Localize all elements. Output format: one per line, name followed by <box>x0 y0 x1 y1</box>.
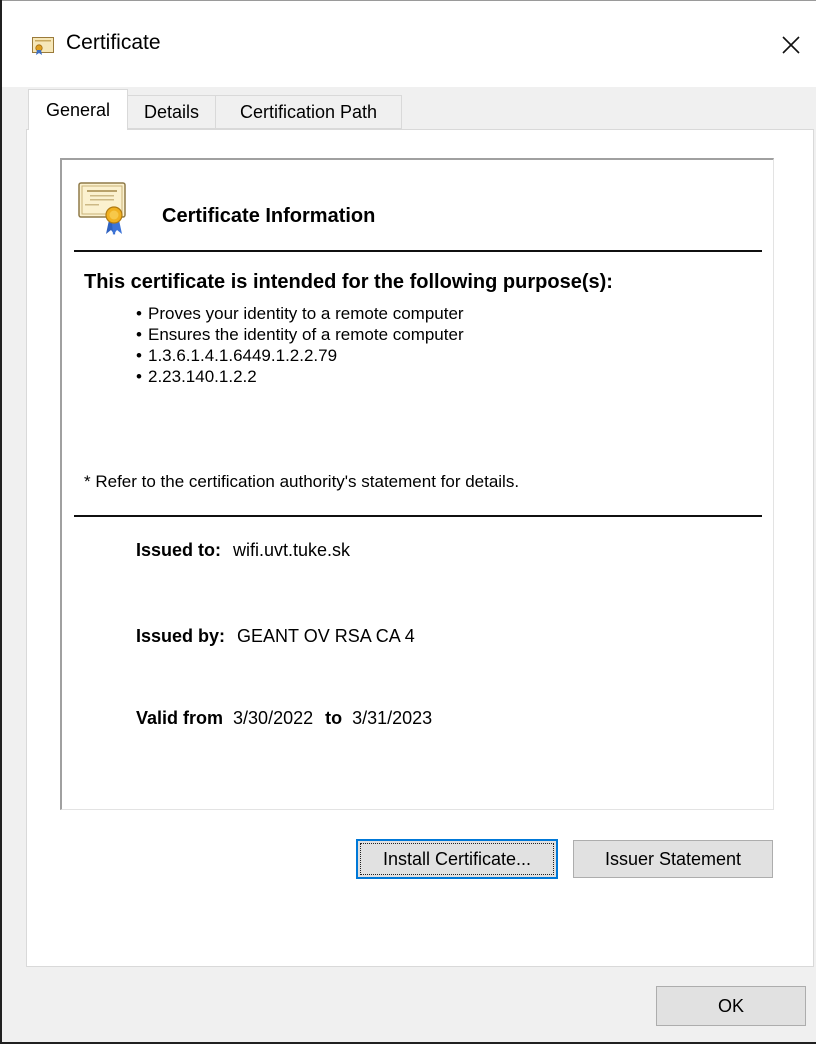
window-title: Certificate <box>66 31 161 54</box>
valid-from-value: 3/30/2022 <box>233 708 314 728</box>
purpose-text: 1.3.6.1.4.1.6449.1.2.2.79 <box>148 346 338 365</box>
purpose-text: Proves your identity to a remote compute… <box>148 304 464 323</box>
tab-label: Certification Path <box>239 101 378 122</box>
divider <box>74 515 762 517</box>
purpose-heading: This certificate is intended for the fol… <box>84 271 613 293</box>
certificate-info-box: Certificate Information This certificate… <box>60 158 774 810</box>
list-item: • Proves your identity to a remote comput… <box>136 304 464 323</box>
certificate-icon <box>78 182 128 236</box>
issued-to-row: Issued to: wifi.uvt.tuke.sk <box>136 540 350 561</box>
valid-from-label: Valid from <box>136 708 224 728</box>
purpose-list: • Proves your identity to a remote comput… <box>136 303 464 387</box>
install-certificate-button[interactable]: Install Certificate... <box>356 839 558 879</box>
divider <box>74 250 762 252</box>
validity-row: Valid from 3/30/2022 to 3/31/2023 <box>136 708 432 729</box>
certificate-icon <box>32 37 54 55</box>
authority-note: * Refer to the certification authority's… <box>84 472 520 491</box>
ok-button[interactable]: OK <box>656 986 806 1026</box>
issued-by-row: Issued by: GEANT OV RSA CA 4 <box>136 626 415 647</box>
tab-label: Details <box>143 101 200 122</box>
list-item: • 2.23.140.1.2.2 <box>136 367 257 386</box>
valid-to-label: to <box>325 708 343 728</box>
title-bar[interactable]: Certificate <box>2 1 816 87</box>
issued-by-label: Issued by: <box>136 626 226 646</box>
valid-to-value: 3/31/2023 <box>352 708 433 728</box>
info-heading: Certificate Information <box>162 205 376 227</box>
tab-general[interactable]: General <box>28 89 128 130</box>
purpose-text: Ensures the identity of a remote compute… <box>148 325 464 344</box>
issuer-statement-button[interactable]: Issuer Statement <box>573 840 773 878</box>
close-icon <box>782 36 800 54</box>
button-label: OK <box>717 995 744 1016</box>
close-button[interactable] <box>766 15 816 75</box>
list-item: • Ensures the identity of a remote comput… <box>136 325 464 344</box>
tab-details[interactable]: Details <box>128 95 216 129</box>
list-item: • 1.3.6.1.4.1.6449.1.2.2.79 <box>136 346 338 365</box>
tab-label: General <box>45 99 111 120</box>
window-border-left <box>0 0 2 1044</box>
purpose-text: 2.23.140.1.2.2 <box>148 367 257 386</box>
certificate-dialog: Certificate General Details Certificatio… <box>0 0 816 1044</box>
button-label: Issuer Statement <box>604 848 742 869</box>
button-label: Install Certificate... <box>382 848 532 869</box>
issued-to-value: wifi.uvt.tuke.sk <box>233 540 351 560</box>
issued-to-label: Issued to: <box>136 540 222 560</box>
issued-by-value: GEANT OV RSA CA 4 <box>237 626 415 646</box>
tab-certification-path[interactable]: Certification Path <box>216 95 402 129</box>
